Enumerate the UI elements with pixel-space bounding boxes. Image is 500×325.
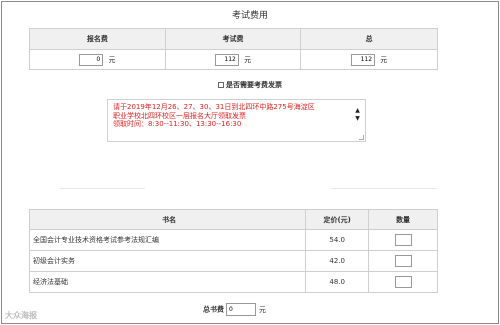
book-qty-input[interactable] [394, 234, 412, 246]
book-name: 全国会计专业技术资格考试参考法规汇编 [28, 229, 307, 251]
book-qty-input[interactable] [394, 276, 412, 288]
fee-header-row: 报名费 考试费 总 [29, 28, 438, 50]
exam-fee-cell: 元 [164, 49, 302, 70]
fee-header-total: 总 [300, 28, 438, 50]
exam-fee-input[interactable] [214, 53, 239, 66]
fee-header-registration: 报名费 [29, 28, 166, 50]
book-price: 48.0 [305, 271, 370, 293]
registration-fee-unit: 元 [108, 55, 116, 64]
registration-fee-cell: 元 [29, 49, 166, 70]
book-header-price: 定价(元) [305, 209, 370, 230]
divider [60, 188, 145, 189]
notice-line: 请于2019年12月26、27、30、31日到北四环中路275号海淀区 [113, 103, 315, 111]
registration-fee-input[interactable] [79, 53, 104, 66]
invoice-option[interactable]: 是否需要考费发票 [0, 80, 500, 90]
divider [330, 188, 438, 189]
book-header-qty: 数量 [368, 209, 438, 230]
table-row: 初级会计实务 42.0 [28, 250, 438, 272]
book-header-row: 书名 定价(元) 数量 [28, 209, 438, 230]
book-total-label: 总书费 [203, 305, 224, 314]
total-fee-unit: 元 [380, 55, 388, 64]
resize-grip-icon[interactable] [359, 135, 364, 140]
invoice-checkbox[interactable] [218, 82, 224, 88]
book-total-row: 总书费 元 [203, 303, 266, 316]
book-qty-cell [368, 271, 438, 293]
book-qty-cell [368, 250, 438, 272]
total-fee-input[interactable] [351, 53, 376, 66]
pickup-notice-textarea[interactable]: 请于2019年12月26、27、30、31日到北四环中路275号海淀区 职业学校… [107, 99, 366, 142]
notice-line: 职业学校北四环校区一层报名大厅领取发票 [113, 111, 246, 120]
book-price: 54.0 [305, 229, 370, 251]
table-row: 全国会计专业技术资格考试参考法规汇编 54.0 [28, 229, 438, 251]
invoice-label: 是否需要考费发票 [226, 81, 282, 89]
page-title: 考试费用 [231, 11, 268, 21]
book-qty-cell [368, 229, 438, 251]
table-row: 经济法基础 48.0 [28, 271, 438, 293]
book-price: 42.0 [305, 250, 370, 272]
watermark-logo: 大众海报 [5, 311, 37, 320]
total-fee-cell: 元 [300, 49, 438, 70]
book-total-unit: 元 [259, 305, 266, 314]
fee-header-exam: 考试费 [164, 28, 302, 50]
fee-table: 报名费 考试费 总 元 元 元 [29, 28, 438, 70]
book-name: 经济法基础 [28, 271, 307, 293]
scroll-arrows-icon[interactable]: ▲ ▼ [354, 107, 361, 129]
book-name: 初级会计实务 [28, 250, 307, 272]
book-header-name: 书名 [28, 209, 307, 230]
book-table: 书名 定价(元) 数量 全国会计专业技术资格考试参考法规汇编 54.0 初级会计… [28, 209, 438, 293]
book-qty-input[interactable] [394, 255, 412, 267]
notice-line: 领取时间：8:30--11:30、13:30--16:30 [113, 120, 242, 129]
exam-fee-unit: 元 [244, 55, 252, 64]
fee-value-row: 元 元 元 [29, 49, 438, 70]
book-total-input[interactable] [226, 303, 256, 316]
